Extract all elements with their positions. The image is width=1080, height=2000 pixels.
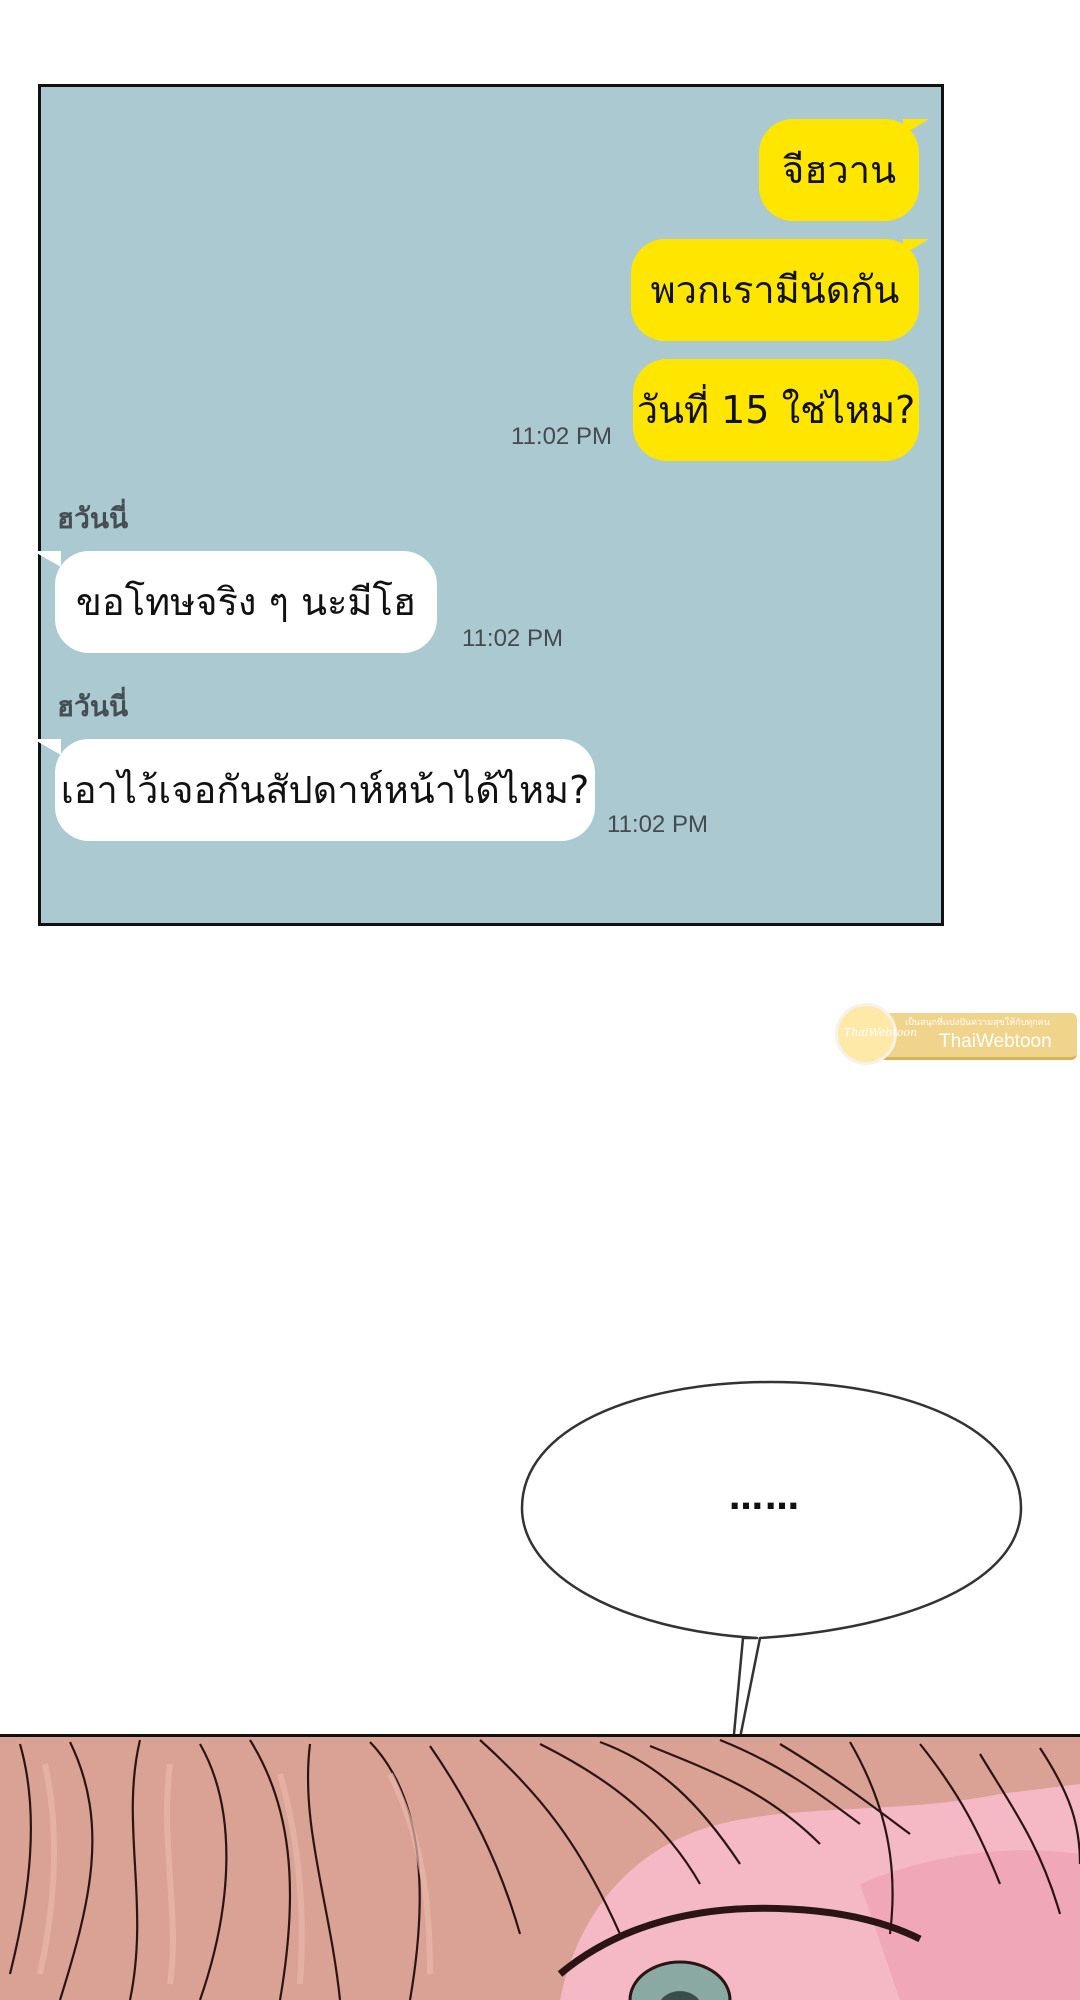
message-timestamp: 11:02 PM (607, 811, 708, 838)
message-timestamp: 11:02 PM (462, 625, 563, 652)
incoming-message: ขอโทษจริง ๆ นะมีโฮ (55, 551, 437, 653)
bubble-tail (903, 119, 929, 135)
message-timestamp: 11:02 PM (511, 423, 612, 450)
bubble-tail (903, 239, 929, 255)
outgoing-message: พวกเรามีนัดกัน (631, 239, 919, 341)
sender-name: ฮวันนี่ (57, 690, 129, 723)
thaiwebtoon-watermark: ThaiWebtoon เป็นสนุกที่เเบ่งปันความสุขให… (835, 1003, 1080, 1065)
message-text: วันที่ 15 ใช่ไหม? (636, 388, 916, 432)
incoming-message: เอาไว้เจอกันสัปดาห์หน้าได้ไหม? (55, 739, 595, 841)
message-text: เอาไว้เจอกันสัปดาห์หน้าได้ไหม? (60, 768, 590, 812)
watermark-title: ThaiWebtoon (939, 1031, 1052, 1052)
speech-balloon-text: …… (729, 1478, 801, 1518)
message-text: ขอโทษจริง ๆ นะมีโฮ (75, 580, 417, 624)
message-text: พวกเรามีนัดกัน (650, 268, 900, 312)
bubble-tail (33, 551, 61, 567)
watermark-tagline: เป็นสนุกที่เเบ่งปันความสุขให้กับทุกคน (905, 1018, 1050, 1028)
watermark-logo-icon: ThaiWebtoon (835, 1003, 918, 1065)
outgoing-message: วันที่ 15 ใช่ไหม? (633, 359, 919, 461)
watermark-logo-text: ThaiWebtoon (844, 1026, 918, 1039)
sender-name: ฮวันนี่ (57, 502, 129, 535)
message-text: จีฮวาน (781, 148, 897, 192)
bubble-tail (33, 739, 61, 755)
illustration-eye-closeup (0, 1734, 1080, 2000)
outgoing-message: จีฮวาน (759, 119, 919, 221)
chat-panel: จีฮวาน พวกเรามีนัดกัน วันที่ 15 ใช่ไหม? … (33, 84, 944, 926)
